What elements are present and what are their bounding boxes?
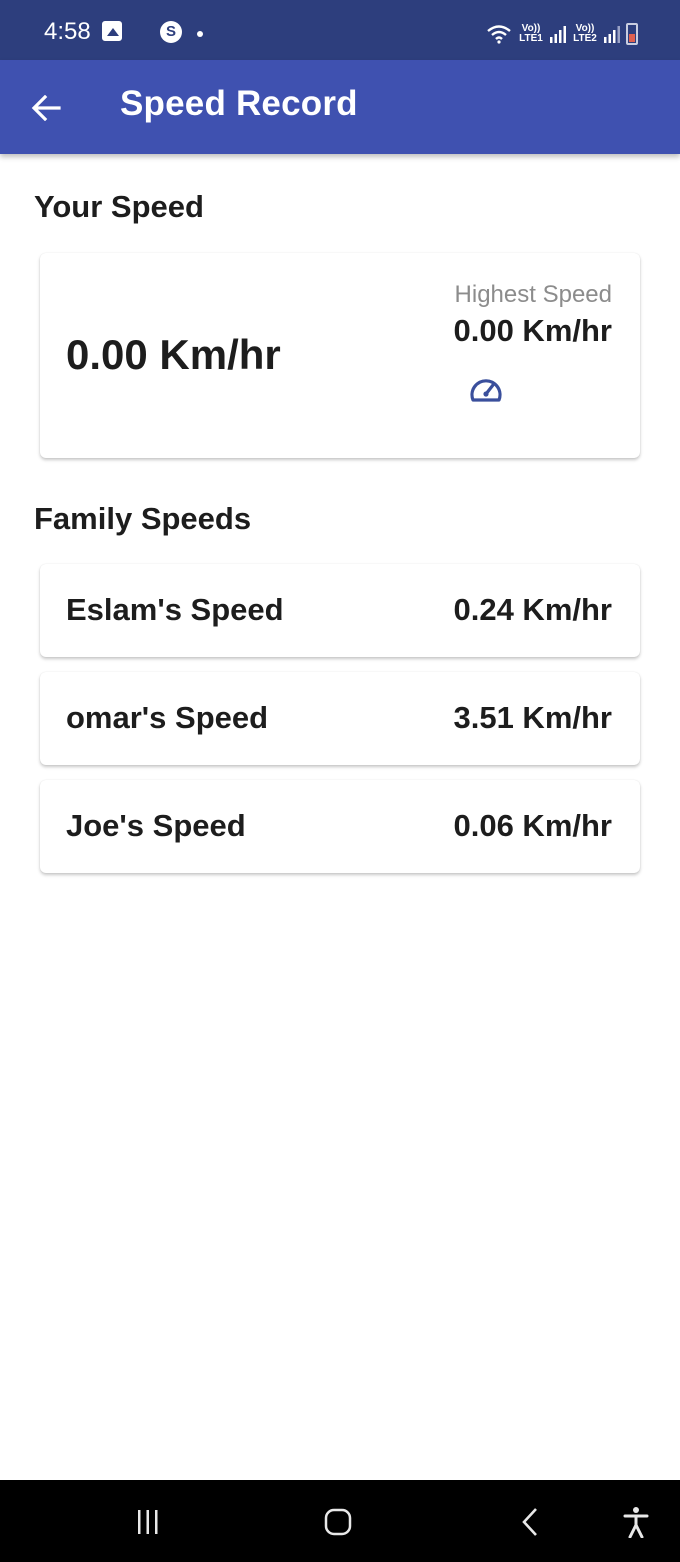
- signal-icon: [550, 26, 566, 43]
- sim1-label: Vo)) LTE1: [519, 23, 543, 44]
- accessibility-icon: [623, 1507, 649, 1538]
- recent-apps-icon: [138, 1510, 158, 1534]
- app-bar: Speed Record: [0, 60, 680, 154]
- nav-back-button[interactable]: [510, 1502, 550, 1542]
- member-name: Eslam's Speed: [66, 592, 284, 627]
- member-speed: 0.24 Km/hr: [453, 592, 612, 627]
- member-speed: 0.06 Km/hr: [453, 808, 612, 843]
- arrow-left-icon: [31, 95, 61, 121]
- recent-apps-button[interactable]: [128, 1502, 168, 1542]
- home-button[interactable]: [318, 1502, 358, 1542]
- system-nav-bar: [0, 1480, 680, 1562]
- status-icons: Vo)) LTE1 Vo)) LTE2: [486, 21, 638, 47]
- current-speed-value: 0.00 Km/hr: [66, 331, 281, 378]
- dot-icon: [197, 31, 203, 37]
- member-name: omar's Speed: [66, 700, 269, 735]
- family-member-card[interactable]: omar's Speed 3.51 Km/hr: [40, 672, 640, 765]
- back-button[interactable]: [24, 86, 68, 130]
- accessibility-button[interactable]: [616, 1502, 656, 1542]
- back-icon: [522, 1508, 537, 1536]
- your-speed-heading: Your Speed: [34, 189, 204, 224]
- sim2-label: Vo)) LTE2: [573, 23, 597, 44]
- your-speed-card: 0.00 Km/hr Highest Speed 0.00 Km/hr: [40, 253, 640, 458]
- battery-icon: [626, 23, 638, 45]
- member-speed: 3.51 Km/hr: [453, 700, 612, 735]
- status-time: 4:58: [44, 18, 91, 45]
- s-app-icon: S: [160, 21, 182, 43]
- family-member-card[interactable]: Joe's Speed 0.06 Km/hr: [40, 780, 640, 873]
- home-icon: [324, 1508, 352, 1536]
- page-title: Speed Record: [120, 84, 358, 123]
- family-member-card[interactable]: Eslam's Speed 0.24 Km/hr: [40, 564, 640, 657]
- member-name: Joe's Speed: [66, 808, 246, 843]
- image-icon: [102, 21, 122, 41]
- family-speeds-heading: Family Speeds: [34, 501, 252, 536]
- highest-speed-value: 0.00 Km/hr: [453, 313, 612, 348]
- speedometer-icon: [470, 379, 502, 402]
- highest-speed-label: Highest Speed: [454, 281, 612, 308]
- wifi-icon: [487, 25, 511, 44]
- signal-icon: [604, 26, 620, 43]
- status-bar: 4:58 S Vo)) LTE1 Vo)) LTE2: [0, 0, 680, 60]
